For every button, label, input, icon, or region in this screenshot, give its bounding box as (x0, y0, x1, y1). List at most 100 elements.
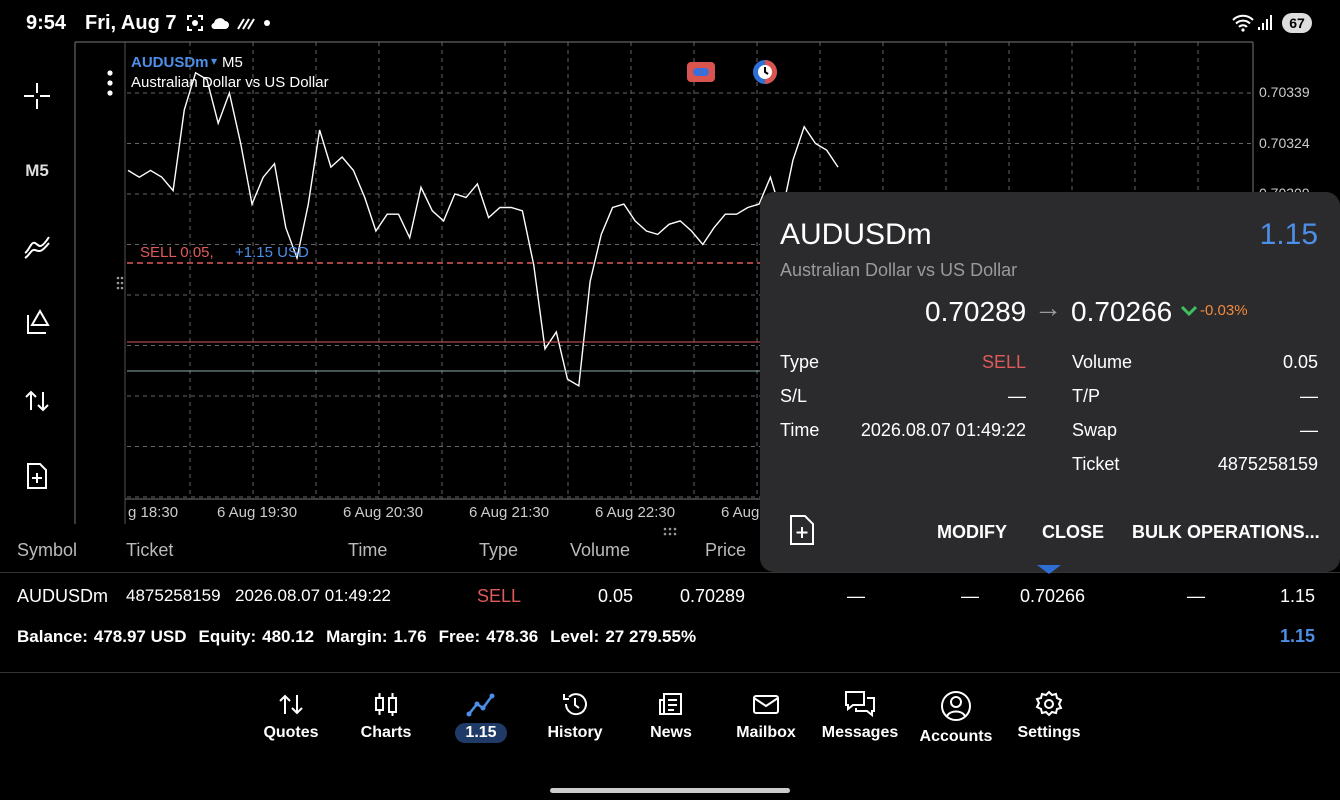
nav-news[interactable]: News (626, 690, 716, 742)
price-down-icon (1181, 306, 1197, 316)
volume-label: Volume (1072, 352, 1133, 372)
crosshair-icon (24, 83, 50, 109)
nav-label: History (547, 724, 603, 741)
row-symbol: AUDUSDm (17, 586, 109, 606)
divider (0, 572, 1340, 573)
sl-label: S/L (780, 386, 808, 406)
row-type: SELL (477, 586, 522, 606)
free-margin-value: 478.36 (486, 627, 539, 646)
row-profit: 1.15 (1280, 586, 1316, 606)
price-series-line (127, 71, 839, 388)
row-time: 2026.08.07 01:49:22 (235, 586, 391, 605)
nav-label: Settings (1017, 724, 1081, 741)
row-current-price: 0.70266 (1020, 586, 1086, 606)
indicators-icon (24, 236, 50, 259)
type-label: Type (780, 352, 820, 372)
nav-label: News (650, 724, 692, 741)
home-indicator[interactable] (550, 788, 790, 793)
free-margin-label: Free: (438, 627, 481, 646)
nav-mailbox[interactable]: Mailbox (721, 690, 811, 742)
swap-label: Swap (1072, 420, 1118, 440)
nav-label: Messages (821, 724, 899, 741)
nav-label: 1.15 (455, 723, 507, 743)
charts-icon (375, 693, 397, 716)
col-header-symbol[interactable]: Symbol (17, 540, 77, 561)
messages-icon (845, 691, 875, 718)
nav-messages[interactable]: Messages (815, 690, 905, 742)
chart-menu-icon[interactable] (104, 68, 116, 100)
nav-label: Charts (360, 724, 412, 741)
row-ticket: 4875258159 (126, 586, 221, 605)
total-profit: 1.15 (1280, 626, 1316, 646)
col-header-type[interactable]: Type (479, 540, 518, 561)
row-price: 0.70289 (680, 586, 746, 606)
nav-settings[interactable]: Settings (1004, 690, 1094, 742)
col-header-volume[interactable]: Volume (570, 540, 630, 561)
chart-symbol-link[interactable]: AUDUSDm (131, 54, 209, 71)
nav-accounts[interactable]: Accounts (911, 690, 1001, 746)
nav-trade[interactable]: 1.15 (436, 690, 526, 743)
margin-value: 1.76 (393, 627, 427, 646)
type-value: SELL (981, 352, 1026, 372)
position-sell-label: SELL 0.05, (140, 244, 214, 261)
new-order-button[interactable] (18, 457, 56, 495)
history-icon (563, 693, 587, 716)
balance-value: 478.97 USD (93, 627, 187, 646)
equity-value: 480.12 (262, 627, 315, 646)
ticket-label: Ticket (1072, 454, 1120, 474)
bulk-operations-button[interactable]: BULK OPERATIONS... (1132, 522, 1320, 543)
sl-value: — (1008, 386, 1026, 406)
y-tick-label: 0.70339 (1259, 84, 1310, 100)
nav-charts[interactable]: Charts (341, 690, 431, 742)
popup-current-price: 0.70266 (1071, 296, 1173, 327)
time-label: Time (780, 420, 820, 440)
settings-icon (1035, 690, 1063, 717)
time-value: 2026.08.07 01:49:22 (860, 420, 1026, 440)
nav-label: Accounts (919, 728, 993, 745)
divider (0, 672, 1340, 673)
popup-pointer (1037, 565, 1061, 574)
chart-description: Australian Dollar vs US Dollar (131, 74, 329, 91)
x-tick-label: 6 Aug (721, 504, 760, 521)
col-header-ticket[interactable]: Ticket (126, 540, 173, 561)
popup-description: Australian Dollar vs US Dollar (780, 260, 1018, 280)
popup-symbol: AUDUSDm (780, 218, 932, 251)
tp-label: T/P (1072, 386, 1101, 406)
popup-profit: 1.15 (1259, 218, 1318, 251)
drag-handle-icon[interactable] (116, 276, 124, 295)
quotes-icon (279, 694, 303, 715)
margin-level-value: 27 279.55% (605, 627, 697, 646)
trade-icon (466, 693, 495, 717)
objects-button[interactable] (18, 303, 56, 341)
col-header-price[interactable]: Price (705, 540, 746, 561)
panel-drag-handle-icon[interactable] (663, 524, 677, 542)
crosshair-button[interactable] (18, 77, 56, 115)
chart-symbol-dropdown-icon[interactable]: ▾ (211, 54, 217, 68)
popup-open-price: 0.70289 (925, 296, 1027, 327)
swap-value: — (1300, 420, 1318, 440)
indicators-button[interactable] (18, 227, 56, 265)
close-position-button[interactable]: CLOSE (1042, 522, 1104, 543)
col-header-time[interactable]: Time (348, 540, 387, 561)
nav-label: Quotes (263, 724, 319, 741)
new-order-icon[interactable] (788, 514, 816, 546)
market-clock-icon[interactable] (751, 58, 779, 86)
trade-button[interactable] (18, 382, 56, 420)
mailbox-icon (753, 695, 779, 714)
row-swap: — (1187, 586, 1205, 606)
position-profit-label: +1.15 USD (235, 244, 309, 261)
modify-button[interactable]: MODIFY (937, 522, 1007, 543)
x-tick-label: 6 Aug 22:30 (595, 504, 676, 521)
row-tp: — (961, 586, 979, 606)
y-tick-label: 0.70324 (1259, 135, 1310, 151)
equity-label: Equity: (198, 627, 257, 646)
chart-timeframe: M5 (222, 54, 243, 71)
margin-label: Margin: (326, 627, 388, 646)
nav-quotes[interactable]: Quotes (246, 690, 336, 742)
popup-change: -0.03% (1200, 302, 1248, 319)
accounts-icon (941, 691, 971, 721)
timeframe-button[interactable]: M5 (18, 152, 56, 190)
nav-history[interactable]: History (530, 690, 620, 742)
one-click-trading-icon[interactable] (687, 62, 715, 82)
x-tick-label: g 18:30 (128, 504, 179, 521)
